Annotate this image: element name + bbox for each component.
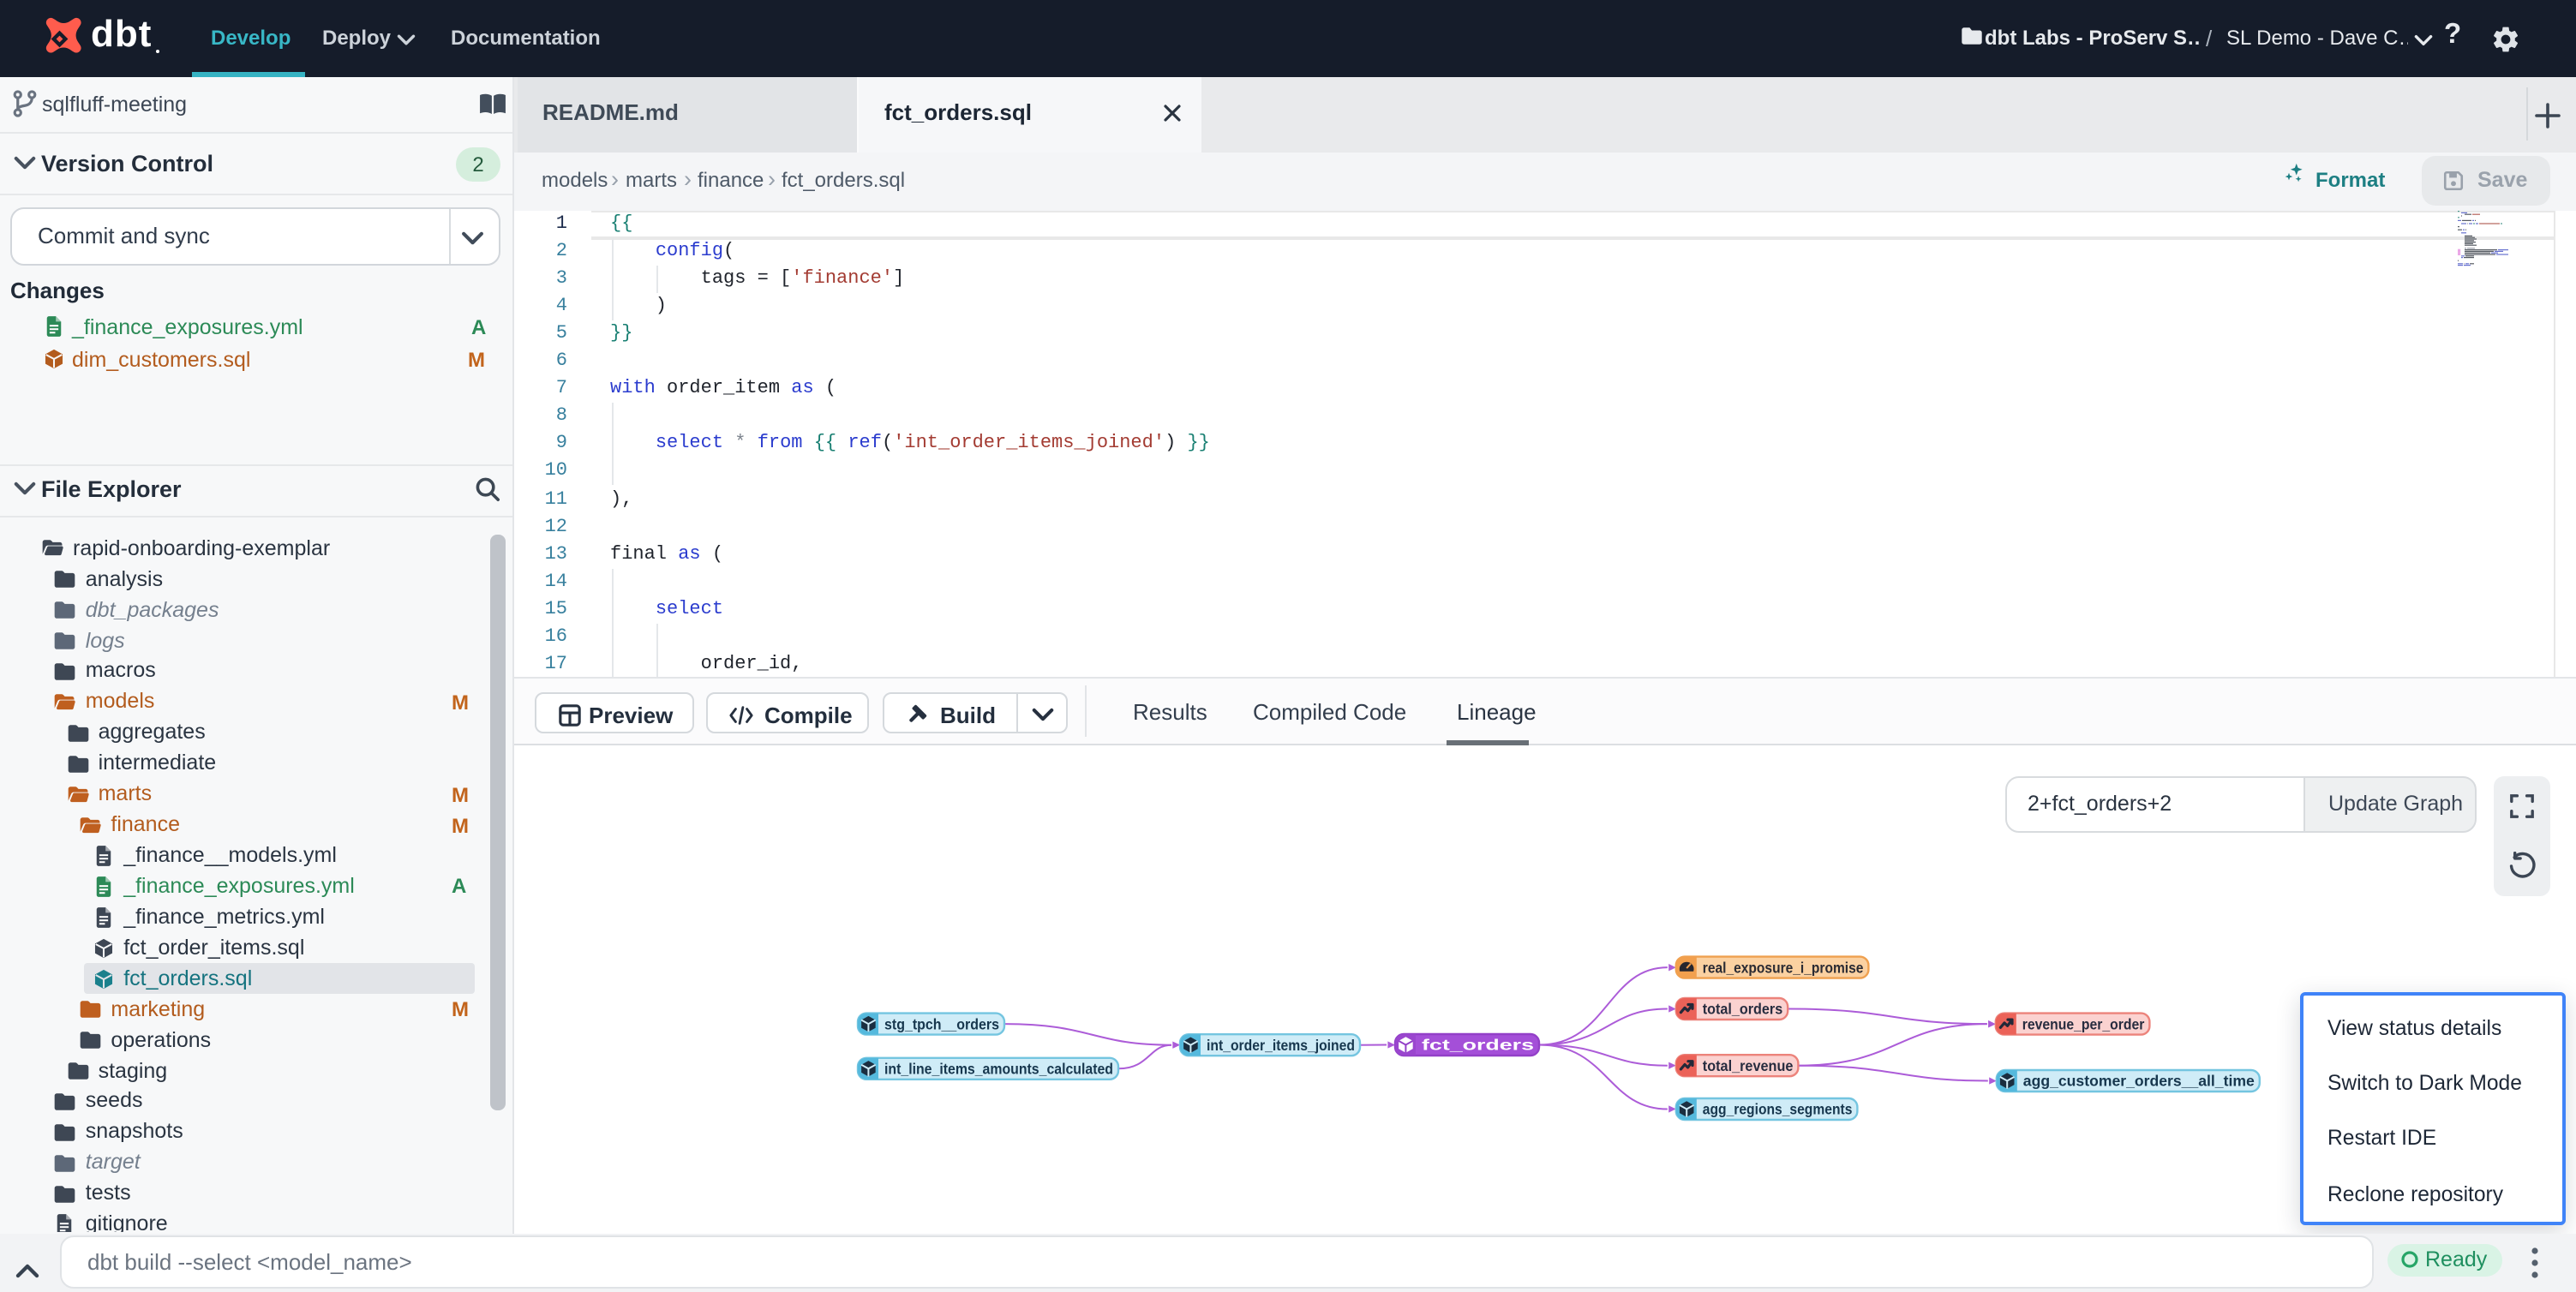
svg-text:total_revenue: total_revenue (1703, 1057, 1794, 1074)
svg-text:int_line_items_amounts_calcula: int_line_items_amounts_calculated (884, 1061, 1113, 1078)
svg-text:fct_orders: fct_orders (1422, 1037, 1534, 1054)
svg-text:int_order_items_joined: int_order_items_joined (1207, 1037, 1355, 1054)
svg-text:stg_tpch__orders: stg_tpch__orders (884, 1015, 999, 1032)
svg-text:agg_customer_orders__all_time: agg_customer_orders__all_time (2023, 1073, 2255, 1090)
svg-text:total_orders: total_orders (1703, 1001, 1782, 1018)
svg-text:revenue_per_order: revenue_per_order (2022, 1015, 2145, 1032)
svg-text:real_exposure_i_promise: real_exposure_i_promise (1703, 959, 1864, 976)
svg-text:agg_regions_segments: agg_regions_segments (1703, 1101, 1853, 1118)
